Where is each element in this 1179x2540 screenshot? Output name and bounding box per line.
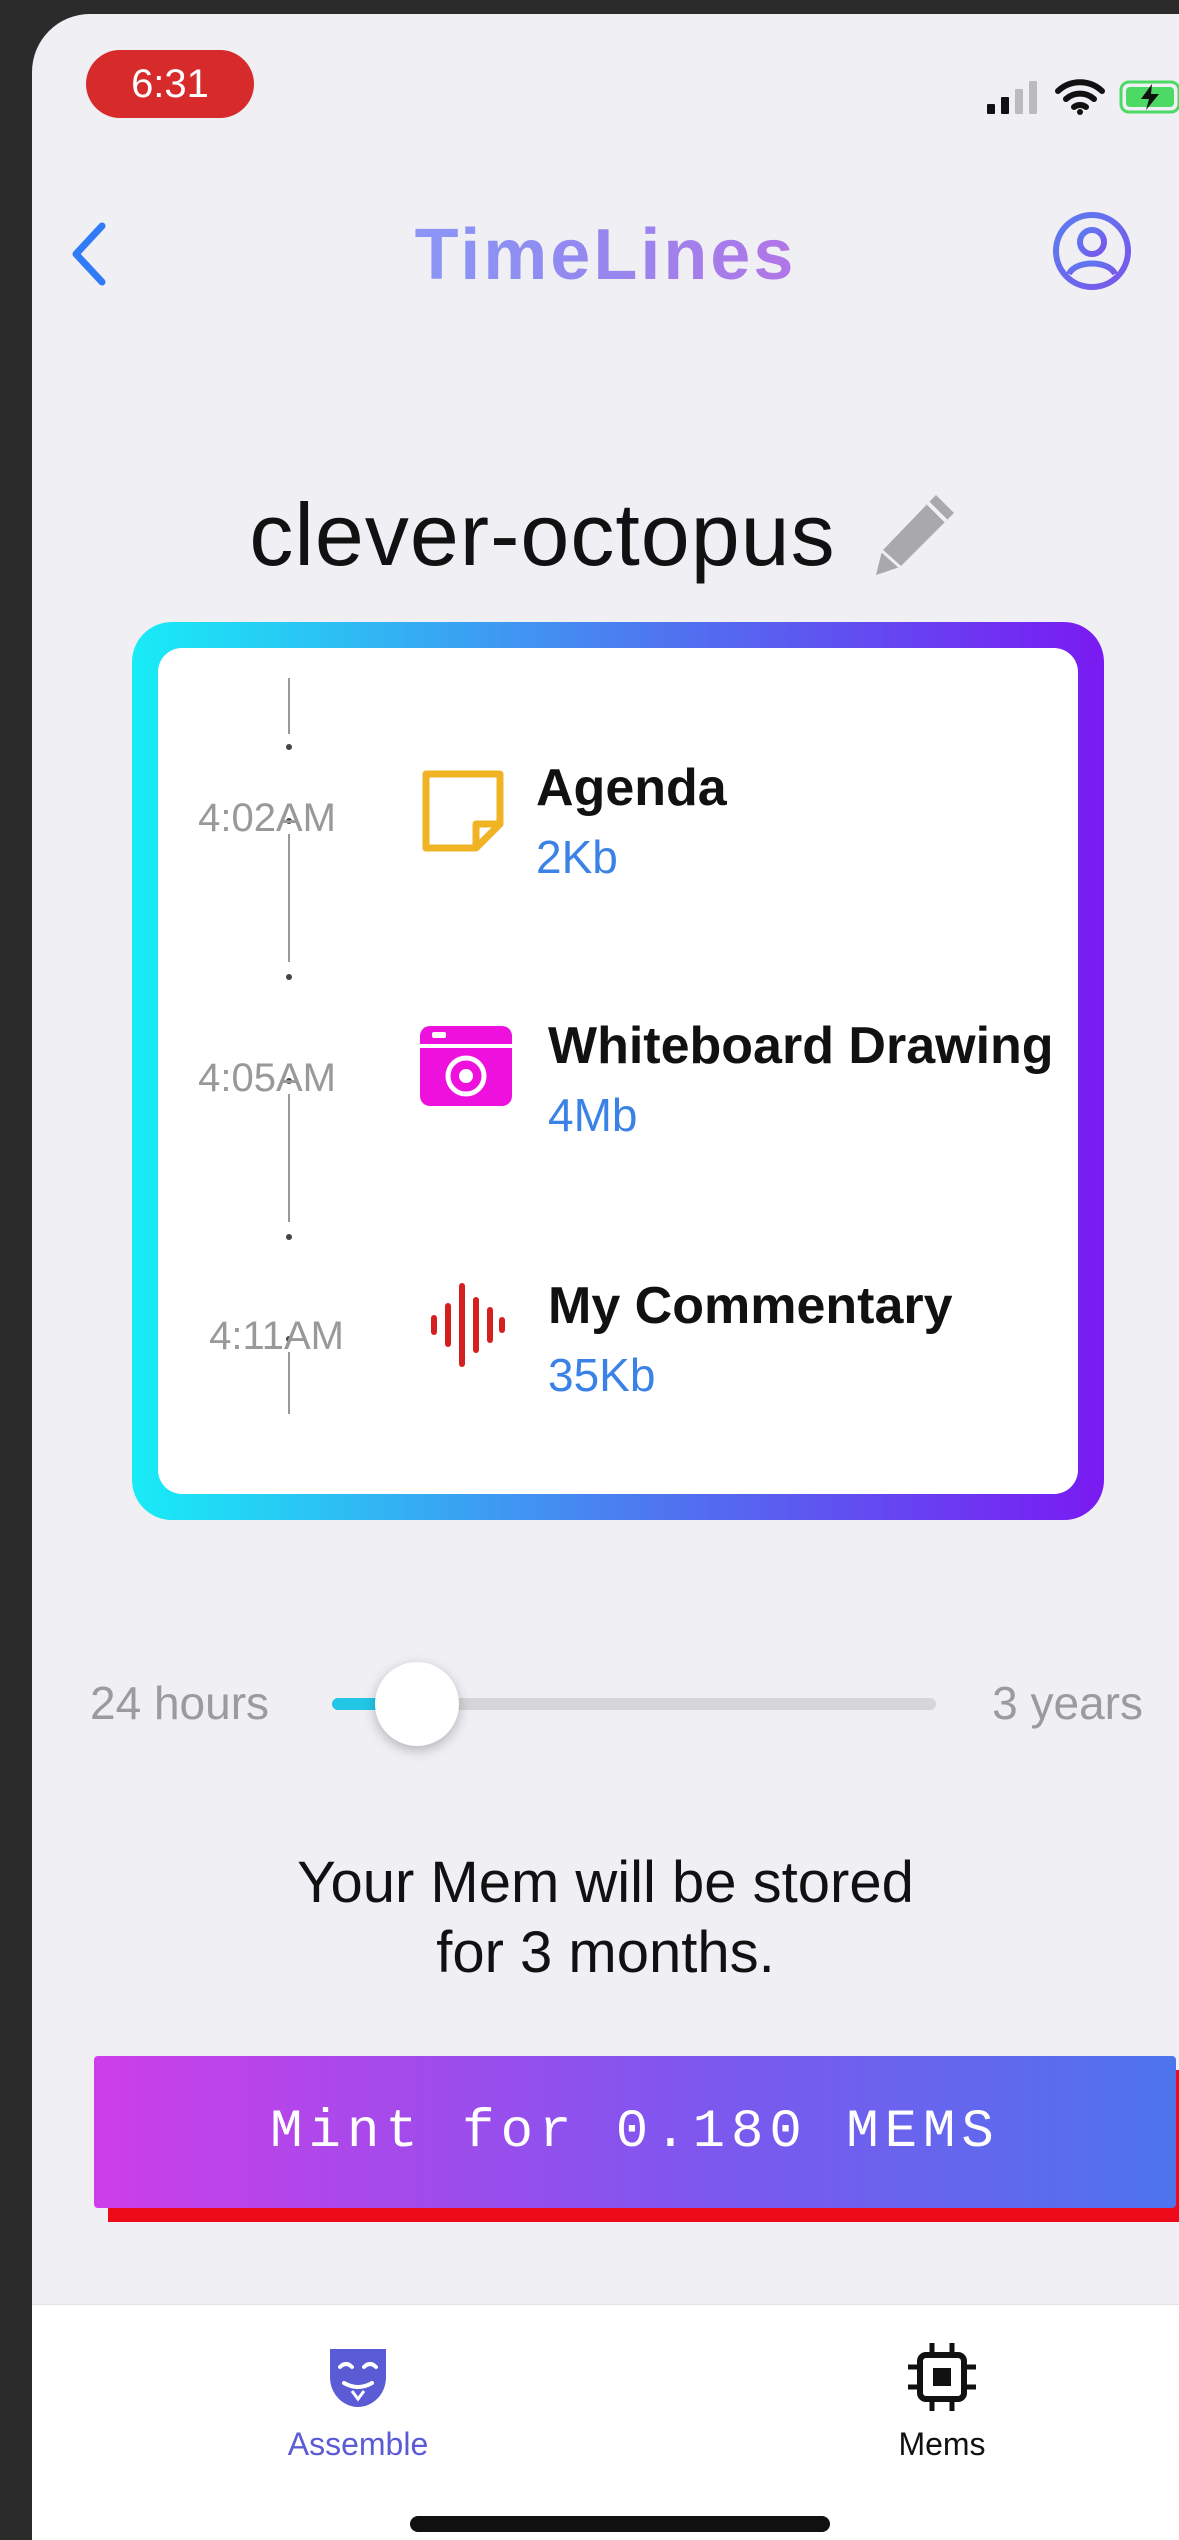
home-indicator[interactable]	[410, 2516, 830, 2532]
tab-label: Mems	[898, 2426, 986, 2462]
wifi-icon	[1055, 79, 1105, 115]
mint-button[interactable]: Mint for 0.180 MEMS	[94, 2056, 1176, 2208]
timeline-line	[288, 834, 290, 962]
timeline-line	[288, 1094, 290, 1222]
profile-icon[interactable]	[1051, 210, 1133, 292]
tab-bar: Assemble Mems	[32, 2304, 1179, 2540]
tab-label: Assemble	[287, 2426, 429, 2462]
audio-waveform-icon[interactable]	[428, 1280, 508, 1370]
timeline-item-title[interactable]: My Commentary	[548, 1276, 953, 1336]
mem-name: clever-octopus	[249, 485, 836, 584]
mem-name-row: clever-octopus	[32, 484, 1179, 586]
timeline-card: 4:02AM Agenda 2Kb 4:05AM Whiteboard Draw…	[132, 622, 1104, 1520]
status-time: 6:31	[86, 50, 254, 118]
timeline-dot	[286, 744, 292, 750]
timeline-card-body: 4:02AM Agenda 2Kb 4:05AM Whiteboard Draw…	[158, 648, 1078, 1494]
timeline-line	[288, 678, 290, 734]
mask-icon	[330, 2349, 386, 2407]
storage-duration-slider[interactable]	[332, 1662, 936, 1746]
signal-icon	[987, 81, 1037, 114]
app-screen: 6:31 TimeLines clever-octopus 4:02AM Age…	[32, 14, 1179, 2540]
app-title: TimeLines	[32, 214, 1179, 296]
slider-min-label: 24 hours	[90, 1677, 270, 1729]
timeline-dot	[286, 974, 292, 980]
timeline-item-size: 2Kb	[536, 831, 618, 883]
timeline-item-title[interactable]: Agenda	[536, 758, 727, 818]
timeline-line	[288, 1352, 290, 1414]
timeline-dot	[286, 1234, 292, 1240]
tab-mems[interactable]: Mems	[812, 2341, 1072, 2463]
timeline-time: 4:02AM	[198, 796, 336, 840]
storage-text-line-1: Your Mem will be stored	[297, 1850, 914, 1915]
edit-pencil-icon[interactable]	[866, 487, 962, 583]
slider-thumb[interactable]	[374, 1662, 459, 1746]
storage-duration-text: Your Mem will be stored for 3 months.	[32, 1848, 1179, 1988]
status-icons	[985, 78, 1179, 116]
timeline-time: 4:05AM	[198, 1056, 336, 1100]
slider-max-label: 3 years	[992, 1677, 1143, 1729]
camera-icon[interactable]	[418, 1020, 514, 1110]
chip-icon	[908, 2343, 976, 2411]
storage-text-line-2: for 3 months.	[436, 1920, 775, 1985]
sticky-note-icon[interactable]	[420, 768, 506, 854]
timeline-item-size: 35Kb	[548, 1349, 656, 1401]
timeline-item-size: 4Mb	[548, 1089, 638, 1141]
battery-charging-icon	[1119, 80, 1179, 114]
timeline-item-title[interactable]: Whiteboard Drawing	[548, 1016, 1054, 1076]
tab-assemble[interactable]: Assemble	[228, 2341, 488, 2463]
timeline-time: 4:11AM	[209, 1314, 344, 1358]
